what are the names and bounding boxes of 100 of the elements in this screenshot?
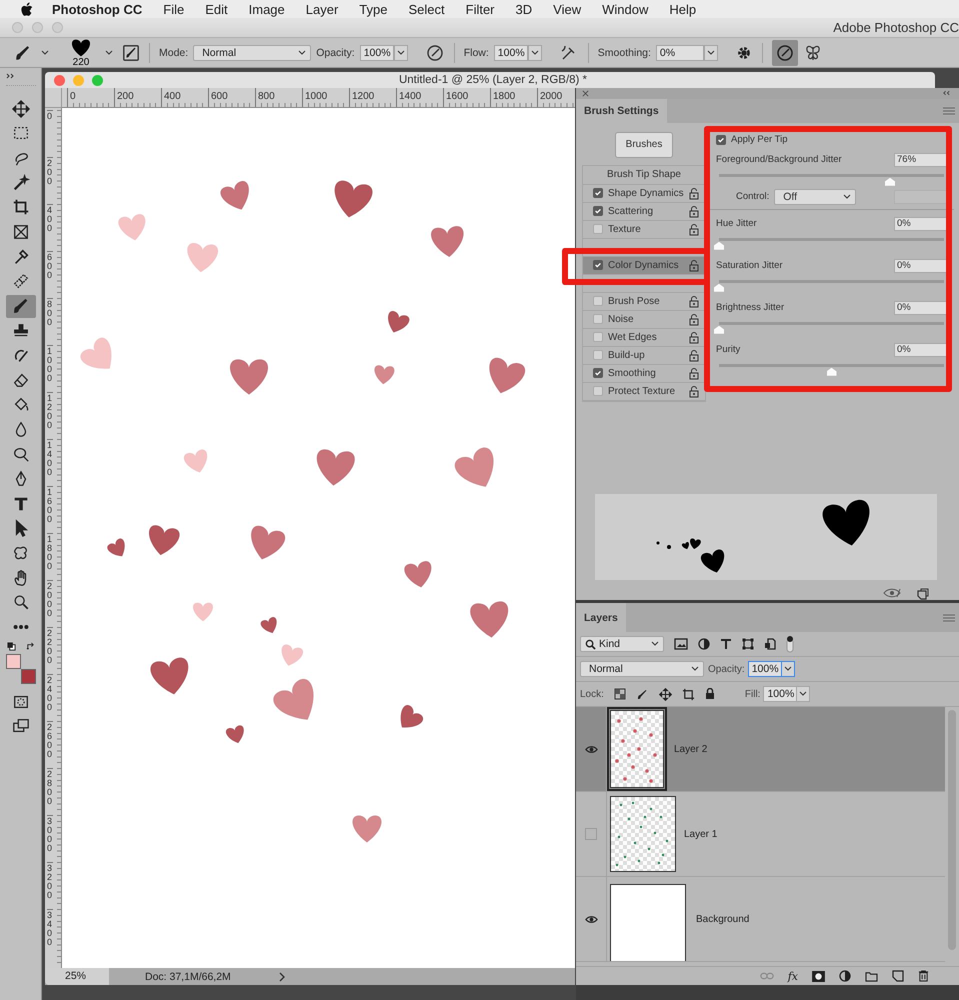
folder-icon[interactable] bbox=[865, 970, 878, 982]
slider-thumb[interactable] bbox=[826, 368, 836, 376]
lock-icon[interactable] bbox=[689, 188, 699, 200]
visibility-toggle[interactable] bbox=[585, 828, 597, 840]
zoom-level-field[interactable]: 25% bbox=[45, 968, 109, 985]
move-icon[interactable] bbox=[658, 688, 672, 700]
lock-icon[interactable] bbox=[689, 332, 699, 344]
mode-dropdown[interactable]: Normal bbox=[193, 44, 312, 60]
brush-option-row[interactable]: Build-up bbox=[583, 346, 705, 365]
eye-toggle-icon[interactable] bbox=[883, 588, 901, 598]
lock-icon[interactable] bbox=[689, 368, 699, 380]
opacity-dropdown-button[interactable] bbox=[780, 661, 795, 677]
menu-item[interactable]: File bbox=[163, 2, 184, 16]
brush-option-row[interactable]: Noise bbox=[583, 310, 705, 329]
eye-icon[interactable] bbox=[584, 744, 598, 754]
new-layer-icon[interactable] bbox=[892, 970, 904, 982]
trash-icon[interactable] bbox=[918, 970, 929, 982]
brush-icon[interactable] bbox=[636, 688, 649, 700]
lock-icon[interactable] bbox=[689, 314, 699, 326]
brush-preset-picker[interactable]: 220 bbox=[66, 38, 96, 67]
smoothing-field[interactable]: 0% bbox=[656, 44, 704, 60]
lock-icon[interactable] bbox=[689, 386, 699, 398]
mask-icon[interactable] bbox=[812, 970, 825, 982]
eye-icon[interactable] bbox=[584, 914, 598, 924]
layer-filter-dropdown[interactable]: Kind bbox=[580, 636, 664, 652]
foreground-color-swatch[interactable] bbox=[6, 654, 20, 670]
checkbox[interactable] bbox=[593, 296, 603, 306]
swap-colors-icon[interactable] bbox=[26, 642, 34, 652]
brush-panel-icon[interactable] bbox=[122, 44, 140, 62]
lock-icon[interactable] bbox=[689, 206, 699, 218]
opacity-field[interactable]: 100% bbox=[360, 44, 394, 60]
brush-option-row[interactable]: Protect Texture bbox=[583, 382, 705, 401]
caret-icon[interactable] bbox=[41, 50, 49, 56]
collapse-icon[interactable] bbox=[6, 73, 16, 79]
checkbox[interactable] bbox=[593, 368, 603, 378]
background-color-swatch[interactable] bbox=[20, 669, 36, 684]
chevron-right-icon[interactable] bbox=[279, 972, 285, 982]
control-dropdown[interactable]: Off bbox=[774, 188, 856, 205]
flow-field[interactable]: 100% bbox=[494, 44, 528, 60]
fill-field[interactable]: 100% bbox=[763, 686, 798, 702]
smoothing-dropdown-button[interactable] bbox=[704, 44, 718, 60]
brush-settings-tab[interactable]: Brush Settings bbox=[576, 98, 667, 123]
scrollbar-thumb[interactable] bbox=[948, 710, 956, 950]
checkbox[interactable] bbox=[593, 314, 603, 324]
lock-icon[interactable] bbox=[689, 350, 699, 362]
menu-item[interactable]: View bbox=[553, 2, 582, 16]
menu-item[interactable]: Window bbox=[602, 2, 648, 16]
checkbox[interactable] bbox=[593, 260, 603, 270]
slider-thumb[interactable] bbox=[714, 284, 724, 292]
brush-option-row[interactable]: Color Dynamics bbox=[583, 256, 705, 275]
menu-item[interactable]: Type bbox=[359, 2, 388, 16]
slider-thumb[interactable] bbox=[885, 178, 895, 186]
brush-option-row[interactable]: Scattering bbox=[583, 202, 705, 221]
lock-pixels-icon[interactable] bbox=[614, 688, 626, 700]
checkbox[interactable] bbox=[593, 386, 603, 396]
checkbox[interactable] bbox=[593, 350, 603, 360]
collapse-icon[interactable] bbox=[942, 90, 951, 96]
adjustment-icon[interactable] bbox=[839, 970, 851, 982]
artboard-icon[interactable] bbox=[682, 688, 695, 700]
layer-row[interactable]: Background bbox=[576, 877, 945, 962]
filter-toggle-icon[interactable] bbox=[786, 635, 794, 653]
opacity-dropdown-button[interactable] bbox=[394, 44, 408, 60]
brush-tip-shape-item[interactable]: Brush Tip Shape bbox=[583, 166, 705, 185]
brush-option-row[interactable]: Smoothing bbox=[583, 364, 705, 383]
fill-dropdown-button[interactable] bbox=[796, 686, 810, 702]
menu-item[interactable]: Layer bbox=[306, 2, 338, 16]
pressure-opacity-icon[interactable] bbox=[424, 42, 445, 62]
brush-option-row[interactable]: Shape Dynamics bbox=[583, 184, 705, 203]
brush-icon[interactable] bbox=[14, 44, 32, 62]
lock-icon[interactable] bbox=[704, 688, 715, 700]
menu-item[interactable]: Image bbox=[248, 2, 285, 16]
brushes-button[interactable]: Brushes bbox=[615, 132, 673, 158]
effects-button[interactable]: fx bbox=[788, 970, 798, 982]
checkbox[interactable] bbox=[593, 332, 603, 342]
new-preset-icon[interactable] bbox=[917, 588, 929, 600]
layer-row[interactable]: Layer 1 bbox=[576, 792, 945, 877]
brush-option-row[interactable]: Wet Edges bbox=[583, 328, 705, 347]
menu-item[interactable]: Edit bbox=[205, 2, 228, 16]
type-filter-icon[interactable] bbox=[720, 638, 732, 650]
smart-object-filter-icon[interactable] bbox=[764, 638, 776, 650]
lock-icon[interactable] bbox=[689, 296, 699, 308]
menu-item[interactable]: Help bbox=[669, 2, 696, 16]
layers-tab[interactable]: Layers bbox=[576, 603, 626, 632]
menu-item[interactable]: 3D bbox=[516, 2, 532, 16]
close-icon[interactable] bbox=[582, 90, 589, 97]
opacity-field[interactable]: 100% bbox=[748, 661, 782, 677]
menu-item[interactable]: Filter bbox=[466, 2, 495, 16]
flow-dropdown-button[interactable] bbox=[528, 44, 542, 60]
layer-row[interactable]: Layer 2 bbox=[576, 707, 945, 792]
checkbox[interactable] bbox=[593, 224, 603, 234]
app-name-menu[interactable]: Photoshop CC bbox=[52, 2, 142, 16]
adjustment-filter-icon[interactable] bbox=[698, 638, 710, 650]
menu-item[interactable]: Select bbox=[408, 2, 445, 16]
default-colors-icon[interactable] bbox=[6, 642, 16, 652]
pressure-size-button[interactable] bbox=[772, 40, 798, 66]
slider-thumb[interactable] bbox=[714, 242, 724, 250]
apple-logo-icon[interactable] bbox=[20, 2, 33, 16]
brush-tool-icon[interactable] bbox=[6, 294, 36, 318]
image-filter-icon[interactable] bbox=[674, 638, 688, 650]
lock-icon[interactable] bbox=[689, 224, 699, 236]
